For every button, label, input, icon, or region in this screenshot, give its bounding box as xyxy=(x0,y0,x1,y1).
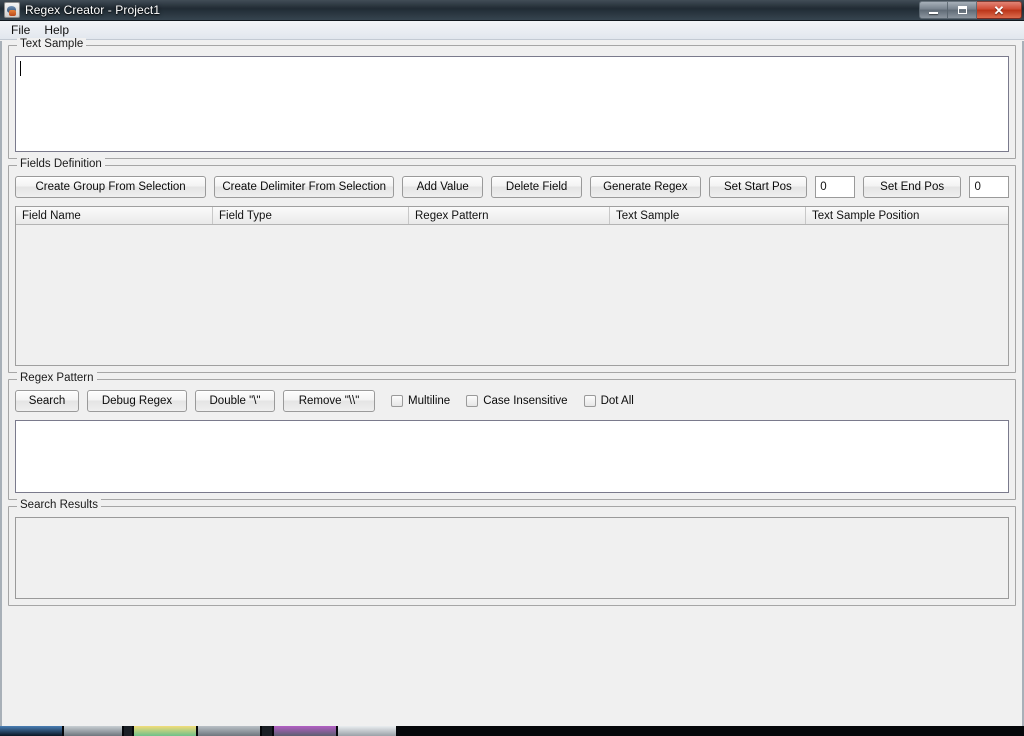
case-insensitive-checkbox[interactable]: Case Insensitive xyxy=(466,395,568,407)
taskbar-item-7[interactable] xyxy=(338,726,396,736)
taskbar-item-3[interactable] xyxy=(134,726,196,736)
search-results-panel: Search Results xyxy=(8,499,1016,606)
regex-pattern-input[interactable] xyxy=(15,420,1009,493)
fields-table-header: Field Name Field Type Regex Pattern Text… xyxy=(16,207,1008,225)
column-header-text-sample-position[interactable]: Text Sample Position xyxy=(806,207,1000,224)
taskbar-item-2[interactable] xyxy=(124,726,132,736)
taskbar-item-1[interactable] xyxy=(64,726,122,736)
debug-regex-button[interactable]: Debug Regex xyxy=(87,390,187,412)
close-button[interactable]: ✕ xyxy=(977,1,1022,19)
search-results-title: Search Results xyxy=(17,499,101,512)
column-header-text-sample[interactable]: Text Sample xyxy=(610,207,806,224)
taskbar-start-orb[interactable] xyxy=(0,726,62,736)
restore-icon xyxy=(957,6,967,14)
set-end-pos-button[interactable]: Set End Pos xyxy=(862,176,962,198)
regex-pattern-title: Regex Pattern xyxy=(17,372,97,385)
maximize-button[interactable] xyxy=(948,1,977,19)
window-title: Regex Creator - Project1 xyxy=(25,3,161,17)
minimize-icon xyxy=(929,12,938,14)
application-window: Regex Creator - Project1 ✕ File Help Tex… xyxy=(0,0,1024,736)
text-sample-input[interactable] xyxy=(15,56,1009,152)
text-sample-panel: Text Sample xyxy=(8,38,1016,159)
close-icon: ✕ xyxy=(993,2,1005,18)
multiline-label: Multiline xyxy=(408,395,451,407)
start-pos-input[interactable]: 0 xyxy=(815,176,855,198)
minimize-button[interactable] xyxy=(919,1,948,19)
menu-item-file[interactable]: File xyxy=(4,22,37,38)
dot-all-label: Dot All xyxy=(600,395,634,407)
create-delimiter-from-selection-button[interactable]: Create Delimiter From Selection xyxy=(214,176,395,198)
fields-table: Field Name Field Type Regex Pattern Text… xyxy=(15,206,1009,366)
delete-field-button[interactable]: Delete Field xyxy=(491,176,583,198)
menu-bar: File Help xyxy=(0,21,1024,40)
checkbox-icon xyxy=(466,395,479,407)
text-sample-title: Text Sample xyxy=(17,38,87,51)
end-pos-input[interactable]: 0 xyxy=(969,176,1009,198)
add-value-button[interactable]: Add Value xyxy=(402,176,484,198)
taskbar-item-5[interactable] xyxy=(262,726,272,736)
taskbar[interactable] xyxy=(0,726,1024,736)
double-backslash-button[interactable]: Double "\" xyxy=(195,390,275,412)
fields-table-body[interactable] xyxy=(16,225,1008,365)
title-bar: Regex Creator - Project1 ✕ xyxy=(0,0,1024,21)
taskbar-item-4[interactable] xyxy=(198,726,260,736)
multiline-checkbox[interactable]: Multiline xyxy=(391,395,450,407)
window-controls: ✕ xyxy=(919,1,1022,19)
regex-pattern-panel: Regex Pattern Search Debug Regex Double … xyxy=(8,372,1016,500)
column-header-field-name[interactable]: Field Name xyxy=(16,207,213,224)
dot-all-checkbox[interactable]: Dot All xyxy=(583,395,634,407)
search-results-list[interactable] xyxy=(15,517,1009,599)
regex-pattern-toolbar: Search Debug Regex Double "\" Remove "\\… xyxy=(15,390,1009,412)
checkbox-icon xyxy=(391,395,403,407)
taskbar-item-6[interactable] xyxy=(274,726,336,736)
taskbar-rest[interactable] xyxy=(398,726,1022,736)
remove-backslash-button[interactable]: Remove "\\" xyxy=(283,390,375,412)
set-start-pos-button[interactable]: Set Start Pos xyxy=(708,176,808,198)
checkbox-icon xyxy=(583,395,596,407)
generate-regex-button[interactable]: Generate Regex xyxy=(590,176,701,198)
create-group-from-selection-button[interactable]: Create Group From Selection xyxy=(15,176,207,198)
column-header-field-type[interactable]: Field Type xyxy=(213,207,409,224)
search-button[interactable]: Search xyxy=(15,390,79,412)
fields-definition-title: Fields Definition xyxy=(17,158,105,171)
case-insensitive-label: Case Insensitive xyxy=(483,395,568,407)
window-body: Text Sample Fields Definition Create Gro… xyxy=(0,38,1024,726)
java-app-icon xyxy=(4,2,20,18)
fields-definition-toolbar: Create Group From Selection Create Delim… xyxy=(15,176,1009,198)
menu-item-help[interactable]: Help xyxy=(37,22,76,38)
column-header-regex-pattern[interactable]: Regex Pattern xyxy=(409,207,610,224)
fields-definition-panel: Fields Definition Create Group From Sele… xyxy=(8,158,1016,373)
text-caret xyxy=(20,61,21,76)
